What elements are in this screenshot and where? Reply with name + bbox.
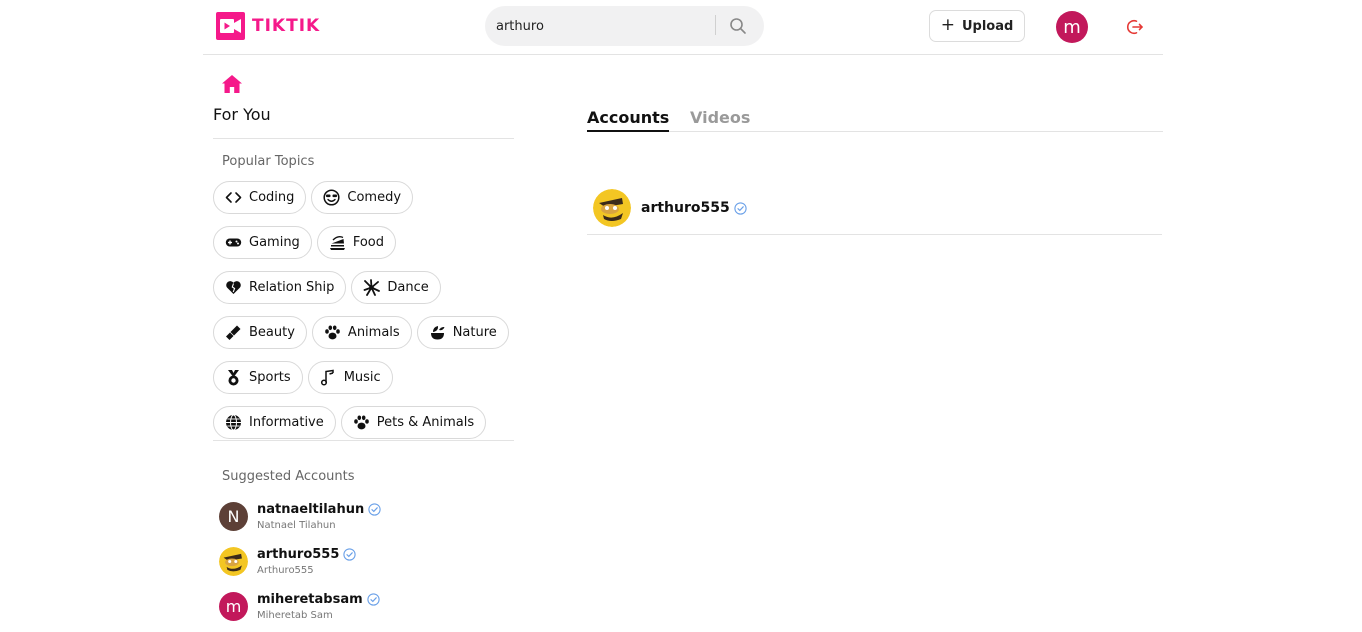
avatar — [219, 547, 248, 576]
logo-icon — [216, 12, 245, 40]
topic-comedy[interactable]: Comedy — [311, 181, 414, 214]
suggested-account-item[interactable]: arthuro555 Arthuro555 — [219, 547, 357, 576]
topic-label: Coding — [249, 190, 295, 205]
topic-food[interactable]: Food — [316, 226, 396, 259]
plus-icon: + — [940, 15, 955, 35]
account-username: arthuro555 — [257, 547, 340, 562]
search-divider — [715, 15, 716, 35]
user-avatar-letter: m — [1063, 16, 1081, 38]
account-result-row[interactable]: arthuro555 — [587, 187, 1162, 235]
sidebar-divider — [213, 138, 514, 139]
topic-label: Gaming — [249, 235, 300, 250]
account-display-name: Miheretab Sam — [257, 610, 333, 621]
globe-icon — [226, 414, 241, 431]
suggested-account-item[interactable]: N natnaeltilahun Natnael Tilahun — [219, 502, 381, 531]
lipstick-icon — [226, 325, 241, 340]
topic-label: Sports — [249, 370, 291, 385]
topic-label: Informative — [249, 415, 324, 430]
topic-label: Animals — [347, 325, 400, 340]
upload-button[interactable]: + Upload — [929, 10, 1025, 42]
topic-label: Music — [343, 370, 381, 385]
top-navbar: TIKTIK + Upload m — [203, 0, 1163, 55]
sidebar-divider — [213, 440, 514, 441]
pepe-avatar-icon — [593, 189, 631, 227]
verified-icon — [734, 201, 747, 215]
topic-list: Coding Comedy Gaming Food Relation Ship — [213, 181, 514, 451]
heart-icon — [226, 281, 241, 294]
topic-coding[interactable]: Coding — [213, 181, 307, 214]
popular-topics-title: Popular Topics — [222, 154, 315, 169]
verified-icon — [368, 503, 381, 516]
account-display-name: Arthuro555 — [257, 565, 314, 576]
topic-pets-animals[interactable]: Pets & Animals — [340, 406, 487, 439]
medal-icon — [228, 370, 239, 386]
upload-label: Upload — [961, 18, 1014, 34]
topic-label: Relation Ship — [249, 280, 335, 295]
topic-beauty[interactable]: Beauty — [213, 316, 307, 349]
smile-sunglasses-icon — [323, 189, 340, 206]
avatar — [593, 189, 631, 227]
account-display-name: Natnael Tilahun — [257, 520, 336, 531]
search-button[interactable] — [723, 14, 753, 38]
logo-text: TIKTIK — [252, 16, 321, 36]
home-icon[interactable] — [222, 75, 242, 93]
topic-nature[interactable]: Nature — [416, 316, 509, 349]
food-icon — [329, 235, 345, 250]
result-tabs: Accounts Videos — [587, 100, 1163, 132]
topic-music[interactable]: Music — [307, 361, 393, 394]
search-input[interactable] — [485, 6, 716, 46]
topic-relation-ship[interactable]: Relation Ship — [213, 271, 347, 304]
account-username: arthuro555 — [641, 200, 730, 216]
tab-accounts[interactable]: Accounts — [587, 108, 670, 132]
topic-informative[interactable]: Informative — [213, 406, 336, 439]
verified-icon — [367, 593, 380, 606]
code-icon — [225, 192, 242, 203]
avatar: N — [219, 502, 248, 531]
topic-label: Comedy — [347, 190, 402, 205]
user-avatar[interactable]: m — [1056, 11, 1088, 43]
account-username: miheretabsam — [257, 592, 363, 607]
search-bar — [485, 6, 764, 46]
gamepad-icon — [225, 238, 242, 247]
topic-label: Food — [352, 235, 384, 250]
avatar-letter: N — [227, 507, 240, 526]
suggested-account-item[interactable]: m miheretabsam Miheretab Sam — [219, 592, 380, 621]
topic-dance[interactable]: Dance — [351, 271, 441, 304]
suggested-accounts-title: Suggested Accounts — [222, 469, 355, 484]
topic-animals[interactable]: Animals — [311, 316, 412, 349]
topic-label: Dance — [387, 280, 429, 295]
topic-label: Pets & Animals — [376, 415, 475, 430]
topic-label: Beauty — [249, 325, 295, 340]
topic-sports[interactable]: Sports — [213, 361, 303, 394]
avatar-letter: m — [225, 597, 242, 616]
topic-gaming[interactable]: Gaming — [213, 226, 312, 259]
search-icon — [730, 18, 746, 34]
logout-icon[interactable] — [1125, 17, 1145, 37]
app-logo[interactable]: TIKTIK — [216, 12, 320, 40]
nav-for-you[interactable]: For You — [213, 105, 271, 124]
dance-icon — [364, 279, 381, 296]
paw-icon — [325, 325, 340, 340]
topic-label: Nature — [452, 325, 497, 340]
tab-videos[interactable]: Videos — [690, 108, 750, 127]
verified-icon — [343, 548, 357, 561]
music-note-icon — [320, 369, 334, 386]
avatar: m — [219, 592, 248, 621]
leaf-icon — [430, 326, 445, 340]
pepe-avatar-icon — [219, 547, 248, 576]
account-username: natnaeltilahun — [257, 502, 365, 517]
paw-icon — [353, 415, 369, 430]
